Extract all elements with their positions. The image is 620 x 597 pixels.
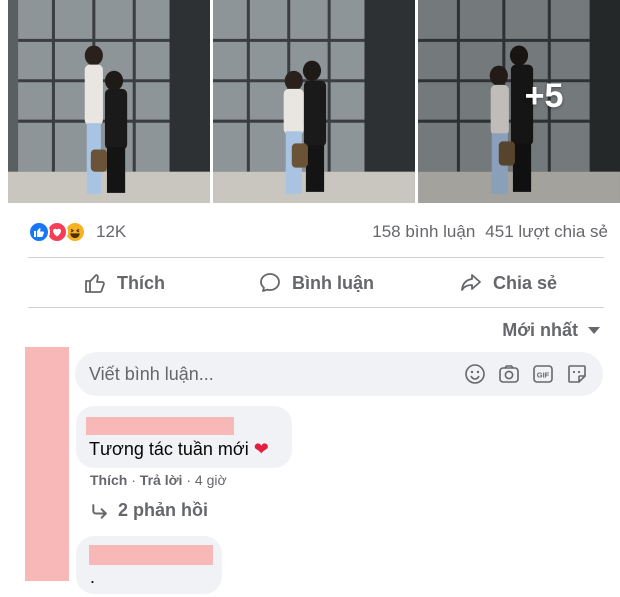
comment-icon — [260, 273, 280, 292]
more-photos-overlay[interactable]: +5 — [418, 0, 620, 203]
like-label: Thích — [117, 272, 165, 293]
comment-meta: Thích · Trả lời · 4 giờ — [90, 472, 227, 488]
comment-text-body: Tương tác tuần mới — [89, 439, 249, 459]
comment-sort-dropdown[interactable]: Mới nhất — [502, 320, 600, 341]
comment-text: Tương tác tuần mới ❤ — [89, 439, 269, 460]
like-icon — [28, 221, 50, 243]
reactions-summary: 12K 158 bình luận 451 lượt chia sẻ — [28, 218, 608, 246]
svg-text:GIF: GIF — [537, 371, 550, 380]
comment-reply-link[interactable]: Trả lời — [140, 472, 183, 488]
thumbs-up-icon — [85, 274, 105, 293]
sticker-icon[interactable] — [565, 362, 589, 386]
comment-button[interactable]: Bình luận — [220, 260, 412, 306]
comment-count-link[interactable]: 158 bình luận — [372, 222, 475, 242]
camera-icon[interactable] — [497, 362, 521, 386]
post-photo-3[interactable]: +5 — [418, 0, 620, 203]
replies-count: 2 phản hồi — [118, 500, 208, 520]
like-button[interactable]: Thích — [28, 260, 220, 306]
share-button[interactable]: Chia sẻ — [412, 260, 604, 306]
photo-scene — [8, 0, 210, 203]
separator-dot: · — [131, 472, 140, 488]
heart-emoji: ❤ — [253, 439, 269, 459]
gif-icon[interactable]: GIF — [531, 362, 555, 386]
redacted-avatar — [25, 347, 69, 581]
redacted-commenter-name — [86, 417, 234, 435]
photo-grid: +5 — [8, 0, 620, 203]
share-count-link[interactable]: 451 lượt chia sẻ — [485, 222, 608, 242]
view-replies-link[interactable]: 2 phản hồi — [90, 500, 208, 521]
share-label: Chia sẻ — [492, 272, 558, 293]
redacted-commenter-name — [89, 545, 213, 565]
comment-like-link[interactable]: Thích — [90, 472, 127, 488]
share-icon — [461, 274, 481, 291]
comment-bubble: Tương tác tuần mới ❤ — [76, 406, 292, 468]
sort-label: Mới nhất — [502, 320, 578, 340]
caret-down-icon — [588, 327, 600, 334]
emoji-icon[interactable] — [463, 362, 487, 386]
photo-scene — [213, 0, 415, 203]
comment-text-body: . — [90, 567, 96, 587]
reply-arrow-icon — [92, 503, 107, 519]
separator-dot: · — [186, 472, 195, 488]
divider — [28, 307, 604, 308]
post-photo-1[interactable] — [8, 0, 210, 203]
comment-label: Bình luận — [292, 272, 374, 293]
more-photos-count: +5 — [524, 77, 564, 115]
post-actions: Thích Bình luận Chia sẻ — [28, 260, 604, 306]
comment-input-box[interactable]: Viết bình luận... GIF — [75, 352, 603, 396]
reaction-count[interactable]: 12K — [96, 222, 126, 242]
comment-time[interactable]: 4 giờ — [195, 472, 227, 488]
divider — [28, 257, 604, 258]
comment-input-placeholder: Viết bình luận... — [89, 363, 214, 384]
post-photo-2[interactable] — [213, 0, 415, 203]
reaction-icons[interactable] — [28, 221, 86, 243]
comment-bubble: . — [76, 536, 222, 594]
